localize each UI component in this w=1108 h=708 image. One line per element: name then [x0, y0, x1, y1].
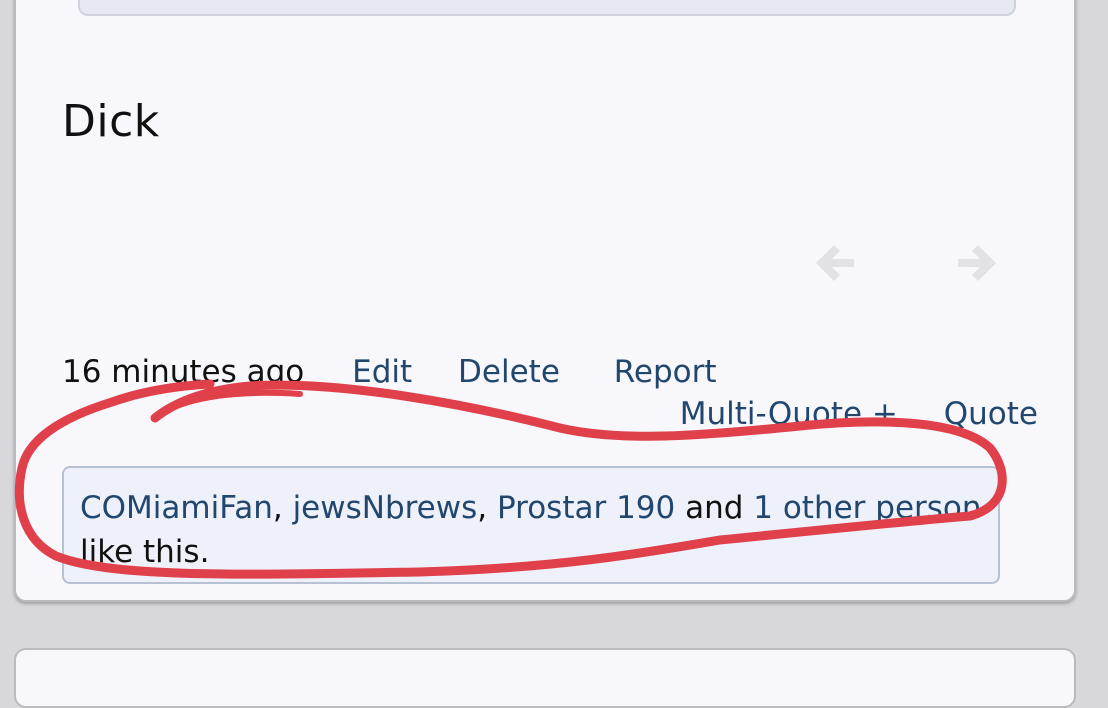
liker-link[interactable]: COMiamiFan: [80, 490, 273, 526]
likes-suffix: like this.: [80, 534, 210, 570]
liker-conjunction: and: [675, 490, 754, 526]
arrow-left-icon[interactable]: [812, 241, 858, 285]
post-timestamp: 16 minutes ago: [62, 354, 305, 390]
arrow-right-icon[interactable]: [954, 241, 1000, 285]
post-message: Dick: [62, 96, 160, 147]
quote-actions: Multi-Quote + Quote: [680, 396, 1038, 432]
other-likers-link[interactable]: 1 other person: [753, 490, 981, 526]
quote-link[interactable]: Quote: [944, 396, 1038, 432]
post-meta-row: 16 minutes ago Edit Delete Report: [62, 354, 717, 390]
previous-quote-block: [78, 0, 1016, 16]
next-post-card: [14, 648, 1076, 708]
liker-separator: ,: [272, 490, 293, 526]
multi-quote-link[interactable]: Multi-Quote +: [680, 396, 898, 432]
edit-link[interactable]: Edit: [352, 354, 412, 390]
liker-link[interactable]: jewsNbrews: [293, 490, 478, 526]
liker-link[interactable]: Prostar 190: [497, 490, 675, 526]
delete-link[interactable]: Delete: [458, 354, 560, 390]
liker-separator: ,: [477, 490, 497, 526]
likes-summary: COMiamiFan, jewsNbrews, Prostar 190 and …: [62, 466, 1000, 584]
report-link[interactable]: Report: [614, 354, 717, 390]
